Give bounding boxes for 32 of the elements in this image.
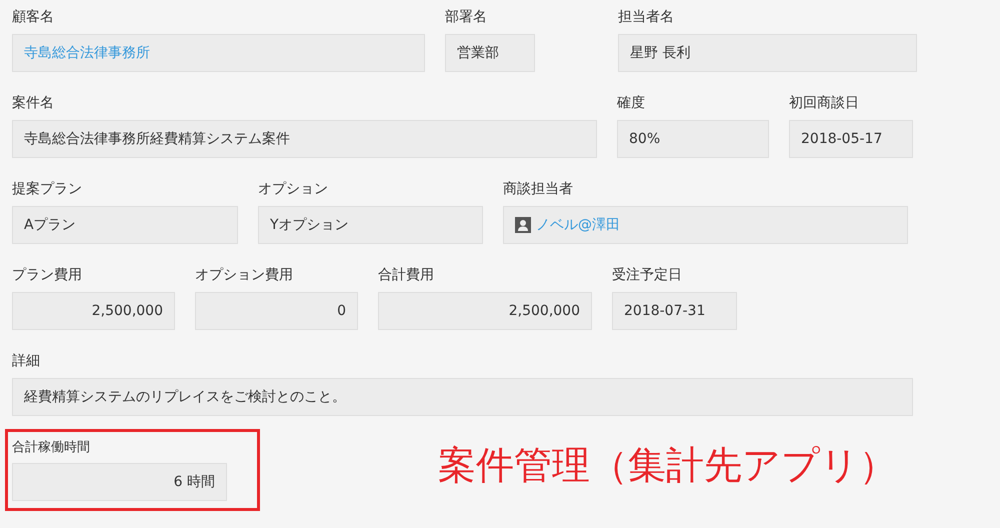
link[interactable]: 寺島総合法律事務所 xyxy=(24,35,150,71)
field-value: 2,500,000 xyxy=(12,292,175,330)
annotation-text: 案件管理（集計先アプリ） xyxy=(438,442,897,488)
field-value: 0 xyxy=(195,292,358,330)
field-value: 2018-05-17 xyxy=(789,120,913,158)
field-value: 80% xyxy=(617,120,769,158)
field-value: 2,500,000 xyxy=(378,292,592,330)
field-label: 合計稼働時間 xyxy=(12,439,91,457)
field-value: 寺島総合法律事務所経費精算システム案件 xyxy=(12,120,597,158)
field-label: 初回商談日 xyxy=(789,94,860,113)
field-value: Aプラン xyxy=(12,206,238,244)
field-label: 案件名 xyxy=(12,94,55,113)
field-label: 提案プラン xyxy=(12,180,83,199)
field-label: オプション xyxy=(258,180,329,199)
field-value: 経費精算システムのリプレイスをご検討とのこと。 xyxy=(12,378,913,416)
field-value: 2018-07-31 xyxy=(612,292,737,330)
field-label: 顧客名 xyxy=(12,8,55,27)
field-label: プラン費用 xyxy=(12,266,83,285)
field-value: 6 時間 xyxy=(12,463,227,501)
field-label: 詳細 xyxy=(12,352,41,371)
field-label: 担当者名 xyxy=(618,8,675,27)
field-label: 受注予定日 xyxy=(612,266,683,285)
field-label: 部署名 xyxy=(445,8,488,27)
user-icon xyxy=(515,217,531,233)
user-link[interactable]: ノベル@澤田 xyxy=(536,207,620,243)
field-value: Yオプション xyxy=(258,206,483,244)
field-label: オプション費用 xyxy=(195,266,294,285)
field-value: 星野 長利 xyxy=(618,34,917,72)
field-label: 確度 xyxy=(617,94,646,113)
field-label: 合計費用 xyxy=(378,266,435,285)
field-label: 商談担当者 xyxy=(503,180,574,199)
field-value: 営業部 xyxy=(445,34,535,72)
